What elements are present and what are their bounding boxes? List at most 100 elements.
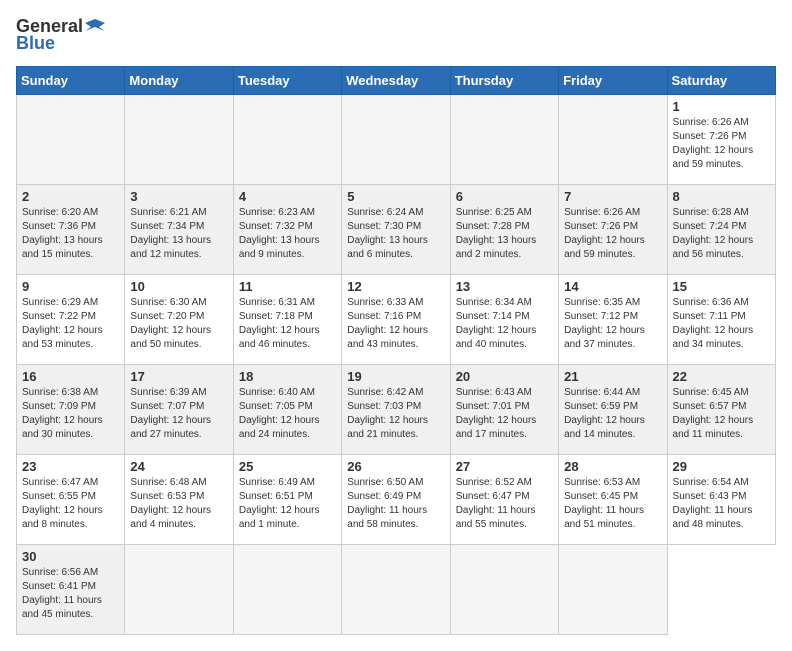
day-number: 23 xyxy=(22,459,119,474)
day-number: 29 xyxy=(673,459,770,474)
day-number: 12 xyxy=(347,279,444,294)
day-info: Sunrise: 6:29 AMSunset: 7:22 PMDaylight:… xyxy=(22,296,119,352)
table-row: 4Sunrise: 6:23 AMSunset: 7:32 PMDaylight… xyxy=(233,185,341,275)
day-number: 5 xyxy=(347,189,444,204)
day-info: Sunrise: 6:40 AMSunset: 7:05 PMDaylight:… xyxy=(239,386,336,442)
logo-graphic: General Blue xyxy=(16,16,105,54)
page-header: General Blue xyxy=(16,16,776,54)
table-row: 10Sunrise: 6:30 AMSunset: 7:20 PMDayligh… xyxy=(125,275,233,365)
day-info: Sunrise: 6:33 AMSunset: 7:16 PMDaylight:… xyxy=(347,296,444,352)
day-number: 24 xyxy=(130,459,227,474)
weekday-friday: Friday xyxy=(559,67,667,95)
table-row: 7 Sunrise: 6:26 AMSunset: 7:26 PMDaylight… xyxy=(559,185,667,275)
table-row xyxy=(342,545,450,635)
day-number: 3 xyxy=(130,189,227,204)
table-row: 17 Sunrise: 6:39 AMSunset: 7:07 PMDayligh… xyxy=(125,365,233,455)
day-info: Sunrise: 6:49 AMSunset: 6:51 PMDaylight:… xyxy=(239,476,336,532)
day-info: Sunrise: 6:54 AMSunset: 6:43 PMDaylight:… xyxy=(673,476,770,532)
day-number: 15 xyxy=(673,279,770,294)
table-row: 2Sunrise: 6:20 AMSunset: 7:36 PMDaylight… xyxy=(17,185,125,275)
calendar-row: 2Sunrise: 6:20 AMSunset: 7:36 PMDaylight… xyxy=(17,185,776,275)
day-info: Sunrise: 6:50 AMSunset: 6:49 PMDaylight:… xyxy=(347,476,444,532)
weekday-wednesday: Wednesday xyxy=(342,67,450,95)
day-info: Sunrise: 6:45 AMSunset: 6:57 PMDaylight:… xyxy=(673,386,770,442)
table-row: 3 Sunrise: 6:21 AMSunset: 7:34 PMDaylight… xyxy=(125,185,233,275)
day-number: 27 xyxy=(456,459,553,474)
table-row: 8 Sunrise: 6:28 AMSunset: 7:24 PMDaylight… xyxy=(667,185,775,275)
logo-text-blue: Blue xyxy=(16,33,55,54)
table-row xyxy=(125,545,233,635)
day-info: Sunrise: 6:23 AMSunset: 7:32 PMDaylight:… xyxy=(239,206,336,262)
day-info: Sunrise: 6:25 AMSunset: 7:28 PMDaylight:… xyxy=(456,206,553,262)
day-number: 13 xyxy=(456,279,553,294)
table-row: 20 Sunrise: 6:43 AMSunset: 7:01 PMDayligh… xyxy=(450,365,558,455)
day-info: Sunrise: 6:47 AMSunset: 6:55 PMDaylight:… xyxy=(22,476,119,532)
day-info: Sunrise: 6:35 AMSunset: 7:12 PMDaylight:… xyxy=(564,296,661,352)
day-number: 8 xyxy=(673,189,770,204)
day-number: 2 xyxy=(22,189,119,204)
day-info: Sunrise: 6:26 AMSunset: 7:26 PMDaylight:… xyxy=(564,206,661,262)
day-number: 14 xyxy=(564,279,661,294)
day-number: 21 xyxy=(564,369,661,384)
day-info: Sunrise: 6:42 AMSunset: 7:03 PMDaylight:… xyxy=(347,386,444,442)
table-row: 30 Sunrise: 6:56 AMSunset: 6:41 PMDayligh… xyxy=(17,545,125,635)
day-info: Sunrise: 6:36 AMSunset: 7:11 PMDaylight:… xyxy=(673,296,770,352)
table-row xyxy=(233,95,341,185)
day-number: 26 xyxy=(347,459,444,474)
table-row: 28 Sunrise: 6:53 AMSunset: 6:45 PMDayligh… xyxy=(559,455,667,545)
day-info: Sunrise: 6:28 AMSunset: 7:24 PMDaylight:… xyxy=(673,206,770,262)
day-number: 7 xyxy=(564,189,661,204)
table-row: 26 Sunrise: 6:50 AMSunset: 6:49 PMDayligh… xyxy=(342,455,450,545)
day-number: 9 xyxy=(22,279,119,294)
table-row: 18Sunrise: 6:40 AMSunset: 7:05 PMDayligh… xyxy=(233,365,341,455)
table-row xyxy=(450,545,558,635)
table-row: 19 Sunrise: 6:42 AMSunset: 7:03 PMDayligh… xyxy=(342,365,450,455)
day-info: Sunrise: 6:21 AMSunset: 7:34 PMDaylight:… xyxy=(130,206,227,262)
table-row: 25 Sunrise: 6:49 AMSunset: 6:51 PMDayligh… xyxy=(233,455,341,545)
day-number: 20 xyxy=(456,369,553,384)
calendar-row: 30 Sunrise: 6:56 AMSunset: 6:41 PMDayligh… xyxy=(17,545,776,635)
weekday-saturday: Saturday xyxy=(667,67,775,95)
day-info: Sunrise: 6:48 AMSunset: 6:53 PMDaylight:… xyxy=(130,476,227,532)
day-number: 17 xyxy=(130,369,227,384)
day-info: Sunrise: 6:43 AMSunset: 7:01 PMDaylight:… xyxy=(456,386,553,442)
table-row xyxy=(125,95,233,185)
table-row xyxy=(233,545,341,635)
calendar-body: 1Sunrise: 6:26 AMSunset: 7:26 PMDaylight… xyxy=(17,95,776,635)
day-number: 6 xyxy=(456,189,553,204)
table-row: 27Sunrise: 6:52 AMSunset: 6:47 PMDayligh… xyxy=(450,455,558,545)
day-info: Sunrise: 6:39 AMSunset: 7:07 PMDaylight:… xyxy=(130,386,227,442)
calendar-row: 23 Sunrise: 6:47 AMSunset: 6:55 PMDayligh… xyxy=(17,455,776,545)
day-number: 16 xyxy=(22,369,119,384)
day-info: Sunrise: 6:53 AMSunset: 6:45 PMDaylight:… xyxy=(564,476,661,532)
table-row xyxy=(450,95,558,185)
table-row: 22Sunrise: 6:45 AMSunset: 6:57 PMDayligh… xyxy=(667,365,775,455)
table-row xyxy=(17,95,125,185)
table-row: 1Sunrise: 6:26 AMSunset: 7:26 PMDaylight… xyxy=(667,95,775,185)
table-row: 29 Sunrise: 6:54 AMSunset: 6:43 PMDayligh… xyxy=(667,455,775,545)
table-row: 11Sunrise: 6:31 AMSunset: 7:18 PMDayligh… xyxy=(233,275,341,365)
table-row: 15 Sunrise: 6:36 AMSunset: 7:11 PMDayligh… xyxy=(667,275,775,365)
table-row: 13Sunrise: 6:34 AMSunset: 7:14 PMDayligh… xyxy=(450,275,558,365)
day-number: 28 xyxy=(564,459,661,474)
day-number: 25 xyxy=(239,459,336,474)
day-info: Sunrise: 6:31 AMSunset: 7:18 PMDaylight:… xyxy=(239,296,336,352)
day-info: Sunrise: 6:44 AMSunset: 6:59 PMDaylight:… xyxy=(564,386,661,442)
calendar-table: SundayMondayTuesdayWednesdayThursdayFrid… xyxy=(16,66,776,635)
calendar-row: 1Sunrise: 6:26 AMSunset: 7:26 PMDaylight… xyxy=(17,95,776,185)
day-info: Sunrise: 6:26 AMSunset: 7:26 PMDaylight:… xyxy=(673,116,770,172)
day-info: Sunrise: 6:38 AMSunset: 7:09 PMDaylight:… xyxy=(22,386,119,442)
calendar-row: 16 Sunrise: 6:38 AMSunset: 7:09 PMDayligh… xyxy=(17,365,776,455)
day-info: Sunrise: 6:56 AMSunset: 6:41 PMDaylight:… xyxy=(22,566,119,622)
day-number: 10 xyxy=(130,279,227,294)
day-number: 19 xyxy=(347,369,444,384)
table-row: 21 Sunrise: 6:44 AMSunset: 6:59 PMDayligh… xyxy=(559,365,667,455)
weekday-sunday: Sunday xyxy=(17,67,125,95)
table-row xyxy=(342,95,450,185)
weekday-thursday: Thursday xyxy=(450,67,558,95)
day-info: Sunrise: 6:24 AMSunset: 7:30 PMDaylight:… xyxy=(347,206,444,262)
weekday-header-row: SundayMondayTuesdayWednesdayThursdayFrid… xyxy=(17,67,776,95)
weekday-tuesday: Tuesday xyxy=(233,67,341,95)
day-number: 30 xyxy=(22,549,119,564)
table-row: 5 Sunrise: 6:24 AMSunset: 7:30 PMDaylight… xyxy=(342,185,450,275)
